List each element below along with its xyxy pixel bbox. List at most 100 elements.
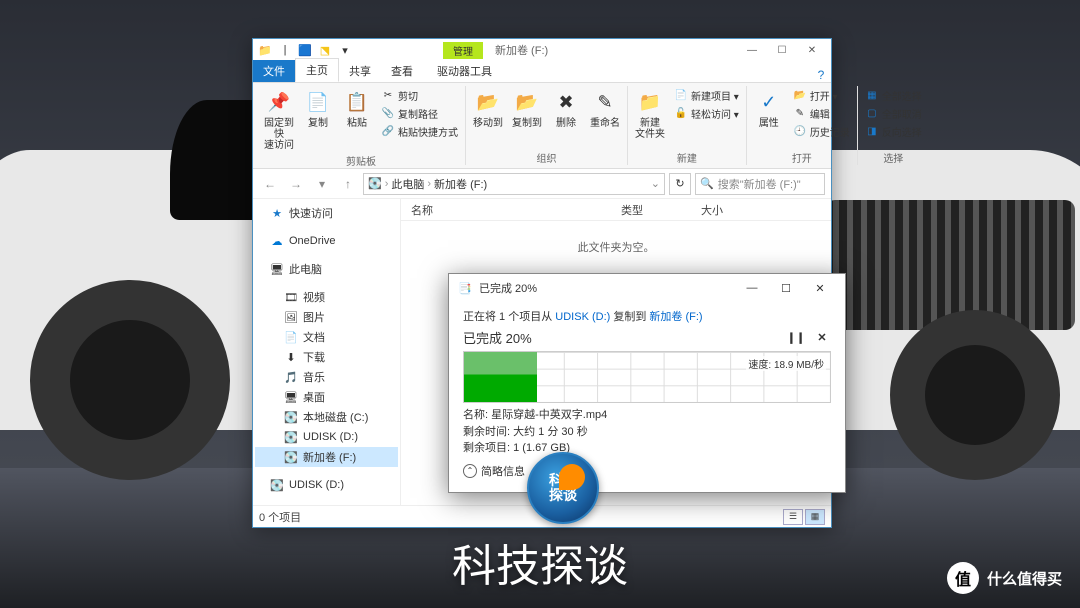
ribbon-tabs: 文件 主页 共享 查看 驱动器工具 ? [253,61,831,83]
dialog-minimize-button[interactable]: — [735,276,769,300]
col-type[interactable]: 类型 [621,202,701,218]
title-bar[interactable]: 📁 | 🟦 ⬔ ▾ 管理 新加卷 (F:) — ☐ ✕ [253,39,831,61]
nav-disk-f[interactable]: 💽新加卷 (F:) [255,447,398,467]
group-open: 打开 [792,148,812,165]
nav-disk-c[interactable]: 💽本地磁盘 (C:) [255,407,398,427]
drive-icon: 💽 [368,177,382,190]
cut-button[interactable]: ✂剪切 [381,88,458,103]
qat-new[interactable]: ⬔ [317,42,333,58]
paste-shortcut-button[interactable]: 🔗粘贴快捷方式 [381,124,458,139]
new-folder-button[interactable]: 📁新建 文件夹 [632,86,668,148]
col-name[interactable]: 名称 [401,202,621,218]
group-select: 选择 [883,148,903,165]
channel-name: 科技探谈 [0,530,1080,594]
nav-disk-d[interactable]: 💽UDISK (D:) [255,427,398,447]
dialog-title: 已完成 20% [479,280,537,296]
copy-icon: 📑 [457,280,473,296]
copy-progress-dialog: 📑 已完成 20% — ☐ ✕ 正在将 1 个项目从 UDISK (D:) 复制… [448,273,846,493]
channel-logo: 科技 探谈 [527,452,599,524]
ribbon: 📌固定到快 速访问 📄复制 📋粘贴 ✂剪切 📎复制路径 🔗粘贴快捷方式 剪贴板 … [253,83,831,169]
move-to-button[interactable]: 📂移动到 [470,86,506,148]
easy-access-button[interactable]: 🔓轻松访问 ▾ [674,106,739,121]
fewer-details-toggle[interactable]: ⌃ 简略信息 [463,463,831,479]
maximize-button[interactable]: ☐ [767,40,797,60]
tab-drive-tools[interactable]: 驱动器工具 [427,60,502,82]
copy-path-button[interactable]: 📎复制路径 [381,106,458,121]
nav-music[interactable]: 🎵音乐 [255,367,398,387]
search-placeholder: 搜索"新加卷 (F:)" [718,176,801,192]
nav-this-pc[interactable]: 🖥此电脑 [255,259,398,279]
group-organize: 组织 [537,148,557,165]
copy-description: 正在将 1 个项目从 UDISK (D:) 复制到 新加卷 (F:) [463,308,831,324]
invert-selection-button[interactable]: ◨反向选择 [865,124,922,139]
paste-button[interactable]: 📋粘贴 [339,86,375,151]
forward-button[interactable]: → [285,173,307,195]
source-link[interactable]: UDISK (D:) [555,311,610,323]
tab-view[interactable]: 查看 [381,60,423,82]
properties-button[interactable]: ✓属性 [751,86,787,148]
search-icon: 🔍 [700,177,714,190]
nav-pane[interactable]: ★快速访问 ☁OneDrive 🖥此电脑 🎞视频 🖼图片 📄文档 ⬇下载 🎵音乐… [253,199,401,505]
qat-dropdown[interactable]: ▾ [337,42,353,58]
copy-button[interactable]: 📄复制 [300,86,336,151]
nav-pictures[interactable]: 🖼图片 [255,307,398,327]
dialog-titlebar[interactable]: 📑 已完成 20% — ☐ ✕ [449,274,845,302]
close-button[interactable]: ✕ [797,40,827,60]
copy-to-button[interactable]: 📂复制到 [509,86,545,148]
help-button[interactable]: ? [811,68,831,82]
select-all-button[interactable]: ▦全部选择 [865,88,922,103]
nav-documents[interactable]: 📄文档 [255,327,398,347]
nav-disk-d2[interactable]: 💽UDISK (D:) [255,475,398,495]
address-bar: ← → ▾ ↑ 💽 › 此电脑 › 新加卷 (F:) ⌄ ↻ 🔍 搜索"新加卷 … [253,169,831,199]
column-headers[interactable]: 名称 类型 大小 [401,199,831,221]
speed-chart: 速度: 18.9 MB/秒 [463,351,831,403]
folder-icon: 📁 [257,42,273,58]
col-size[interactable]: 大小 [701,202,723,218]
refresh-button[interactable]: ↻ [669,173,691,195]
nav-videos[interactable]: 🎞视频 [255,287,398,307]
history-button[interactable]: 🕘历史记录 [793,124,850,139]
rename-button[interactable]: ✎重命名 [587,86,623,148]
dest-link[interactable]: 新加卷 (F:) [649,311,702,323]
pin-quick-access[interactable]: 📌固定到快 速访问 [261,86,297,151]
search-input[interactable]: 🔍 搜索"新加卷 (F:)" [695,173,825,195]
nav-downloads[interactable]: ⬇下载 [255,347,398,367]
view-details-button[interactable]: ☰ [783,509,803,525]
tab-home[interactable]: 主页 [295,58,339,82]
group-clipboard: 剪贴板 [346,151,376,168]
edit-button[interactable]: ✎编辑 [793,106,850,121]
copy-details: 名称: 星际穿越-中英双字.mp4 剩余时间: 大约 1 分 30 秒 剩余项目… [463,407,831,457]
select-none-button[interactable]: ▢全部取消 [865,106,922,121]
address-box[interactable]: 💽 › 此电脑 › 新加卷 (F:) ⌄ [363,173,665,195]
progress-percent: 已完成 20% [463,328,532,347]
smzdm-watermark: 值 什么值得买 [947,562,1062,594]
qat-divider: | [277,42,293,58]
new-item-button[interactable]: 📄新建项目 ▾ [674,88,739,103]
recent-dropdown[interactable]: ▾ [311,173,333,195]
item-count: 0 个项目 [259,509,301,525]
chevron-up-icon: ⌃ [463,464,477,478]
tab-share[interactable]: 共享 [339,60,381,82]
manage-context-tab[interactable]: 管理 [443,42,483,59]
smzdm-icon: 值 [947,562,979,594]
qat-props[interactable]: 🟦 [297,42,313,58]
nav-quick-access[interactable]: ★快速访问 [255,203,398,223]
pause-button[interactable]: ❙❙ [787,329,805,347]
up-button[interactable]: ↑ [337,173,359,195]
window-title: 新加卷 (F:) [495,42,548,58]
delete-button[interactable]: ✖删除 [548,86,584,148]
view-thumbs-button[interactable]: ▦ [805,509,825,525]
minimize-button[interactable]: — [737,40,767,60]
nav-desktop[interactable]: 🖥桌面 [255,387,398,407]
back-button[interactable]: ← [259,173,281,195]
tab-file[interactable]: 文件 [253,60,295,82]
nav-onedrive[interactable]: ☁OneDrive [255,231,398,251]
file-name: 星际穿越-中英双字.mp4 [491,409,607,421]
crumb-this-pc[interactable]: 此电脑 [391,176,424,192]
open-button[interactable]: 📂打开 ▾ [793,88,850,103]
group-new: 新建 [677,148,697,165]
cancel-button[interactable]: ✕ [813,329,831,347]
dialog-maximize-button[interactable]: ☐ [769,276,803,300]
dialog-close-button[interactable]: ✕ [803,276,837,300]
crumb-drive[interactable]: 新加卷 (F:) [434,176,487,192]
